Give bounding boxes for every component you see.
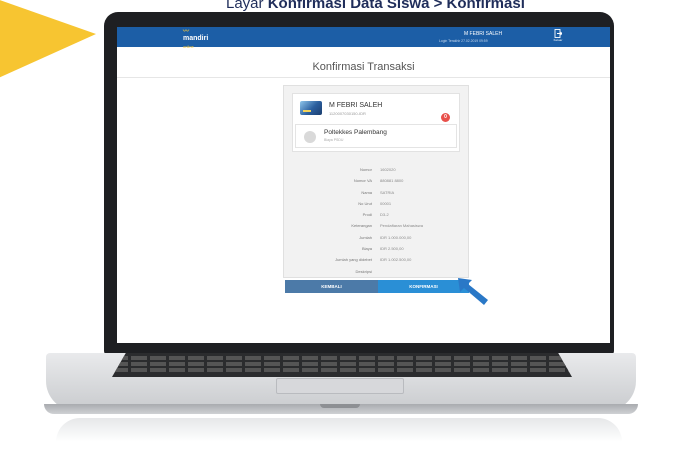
- logout-label: Keluar: [553, 38, 563, 42]
- back-button[interactable]: KEMBALI: [285, 280, 378, 293]
- detail-row-deskripsi: Deskripsi: [284, 268, 468, 279]
- atm-card-icon: [300, 101, 322, 115]
- trackpad: [276, 378, 404, 394]
- detail-label: Jumlah yang didebet: [335, 257, 372, 263]
- detail-label: Nama: [361, 189, 372, 195]
- page-title: Konfirmasi Transaksi: [312, 61, 415, 73]
- detail-label: Jumlah: [359, 234, 372, 240]
- logout-button[interactable]: Keluar: [551, 29, 565, 45]
- detail-label: Prodi: [362, 212, 372, 218]
- detail-value: Pendaftaran Mahasiswa: [380, 223, 423, 229]
- source-account-card: M FEBRI SALEH 1120007030150-IDR Poltekke…: [292, 93, 460, 152]
- yellow-triangle-decoration: [0, 0, 96, 78]
- laptop-screen: 〰 mandiri online M FEBRI SALEH Login Ter…: [117, 27, 610, 343]
- user-name: M FEBRI SALEH: [464, 31, 503, 37]
- detail-row-nama: Nama SATRIA: [284, 189, 468, 200]
- slide-caption: Layar Konfirmasi Data Siswa > Konfirmasi: [226, 0, 525, 12]
- detail-row-no-urut: No Urut 00001: [284, 200, 468, 211]
- detail-row-nomor-va: Nomor VA 880881 8800: [284, 177, 468, 188]
- detail-value: 00001: [380, 200, 392, 206]
- confirm-button[interactable]: KONFIRMASI: [378, 280, 469, 293]
- mandiri-logo[interactable]: 〰 mandiri online: [183, 29, 209, 50]
- detail-value: 880881 8800: [380, 178, 404, 184]
- institution-subtitle: Biaya PSDU: [324, 138, 344, 142]
- pointer-arrow-icon: [458, 278, 488, 305]
- caption-bold: Konfirmasi Data Siswa > Konfirmasi: [267, 0, 525, 12]
- logo-subtext: online: [183, 44, 194, 49]
- detail-value: IDR 1.002.500,00: [380, 257, 412, 263]
- keyboard: [112, 353, 572, 377]
- detail-value: SATRIA: [380, 189, 395, 195]
- institution-icon: [304, 131, 316, 143]
- detail-label: Nomor VA: [353, 178, 372, 184]
- detail-row-jumlah: Jumlah IDR 1.000.000,00: [284, 234, 468, 245]
- detail-value: 1602020: [380, 167, 396, 172]
- account-name: M FEBRI SALEH: [329, 102, 383, 109]
- keyboard-row: [112, 368, 572, 372]
- detail-row-nomor: Nomor 1602020: [284, 166, 468, 177]
- detail-label: Deskripsi: [355, 268, 372, 274]
- notification-badge: 0: [441, 113, 450, 122]
- transaction-details: Nomor 1602020 Nomor VA 880881 8800 Nama …: [284, 166, 468, 279]
- detail-value: D3-2: [380, 212, 389, 218]
- detail-label: No Urut: [358, 200, 372, 206]
- logout-icon: [554, 29, 562, 38]
- keyboard-row: [112, 356, 572, 360]
- account-number: 1120007030150-IDR: [329, 111, 366, 116]
- laptop-reflection: [56, 418, 622, 442]
- detail-label: Nomor: [359, 167, 372, 172]
- top-navigation-bar: 〰 mandiri online M FEBRI SALEH Login Ter…: [117, 27, 610, 50]
- page: Layar Konfirmasi Data Siswa > Konfirmasi…: [0, 0, 678, 453]
- logo-text: mandiri: [183, 35, 209, 42]
- caption-prefix: Layar: [226, 0, 268, 12]
- detail-row-jumlah-didebet: Jumlah yang didebet IDR 1.002.500,00: [284, 256, 468, 267]
- title-divider: [117, 77, 610, 78]
- detail-value: IDR 1.000.000,00: [380, 234, 412, 240]
- detail-row-keterangan: Keterangan Pendaftaran Mahasiswa: [284, 222, 468, 233]
- institution-row: Poltekkes Palembang Biaya PSDU: [295, 124, 457, 148]
- laptop-notch: [320, 404, 360, 408]
- confirmation-panel: M FEBRI SALEH 1120007030150-IDR Poltekke…: [283, 85, 469, 278]
- detail-row-biaya: Biaya IDR 2.500,00: [284, 245, 468, 256]
- detail-label: Biaya: [361, 246, 372, 252]
- last-login: Login Terakhir 27.02.2019 09:59: [439, 39, 488, 43]
- detail-label: Keterangan: [351, 223, 372, 229]
- detail-row-prodi: Prodi D3-2: [284, 211, 468, 222]
- detail-value: IDR 2.500,00: [380, 246, 404, 252]
- keyboard-row: [112, 362, 572, 366]
- institution-name: Poltekkes Palembang: [324, 129, 387, 136]
